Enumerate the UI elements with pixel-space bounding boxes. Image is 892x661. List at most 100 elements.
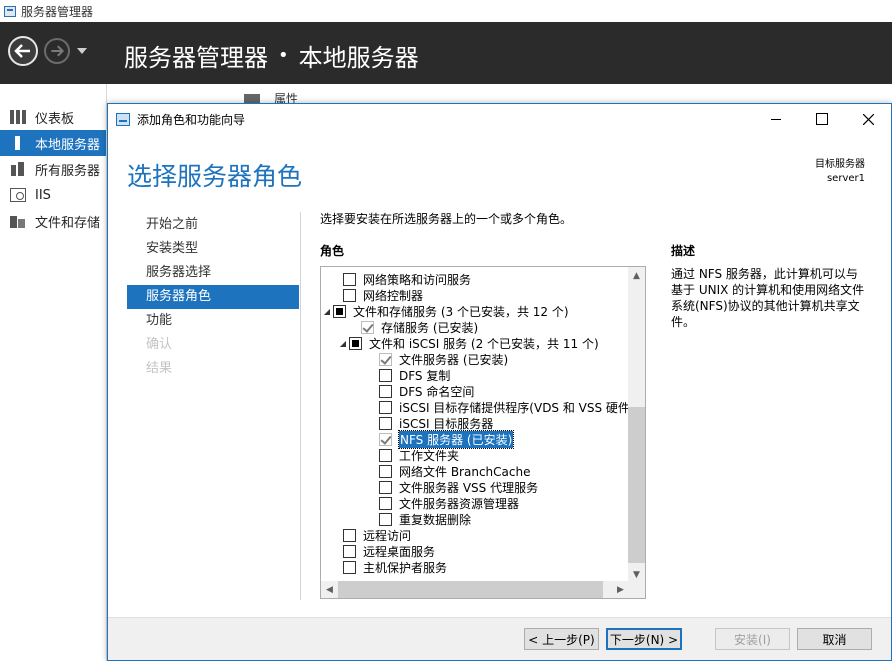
role-checkbox[interactable] [361, 320, 374, 334]
role-label: 存储服务 (已安装) [381, 320, 479, 335]
roles-tree-list[interactable]: 网络策略和访问服务 网络控制器 ◢ 文件和存储服务 (3 个已安装，共 12 个) 存储… [320, 266, 646, 599]
role-item[interactable]: 远程访问 [321, 527, 629, 543]
all-servers-icon [10, 162, 26, 176]
role-checkbox[interactable] [379, 496, 392, 510]
role-checkbox[interactable] [379, 352, 392, 366]
target-server-label: 目标服务器 [815, 159, 865, 170]
server-manager-titlebar: 服务器管理器 [0, 0, 892, 22]
role-checkbox[interactable] [379, 464, 392, 478]
sidebar-item-label: 文件和存储 [35, 215, 101, 231]
vertical-scrollbar[interactable]: ▲ ▼ [628, 267, 645, 583]
role-checkbox[interactable] [333, 304, 346, 318]
role-item[interactable]: 网络控制器 [321, 287, 629, 303]
scroll-up-icon[interactable]: ▲ [628, 267, 645, 284]
role-item[interactable]: 网络策略和访问服务 [321, 271, 629, 287]
role-checkbox[interactable] [349, 336, 362, 350]
history-dropdown-icon[interactable] [77, 48, 87, 54]
role-checkbox[interactable] [379, 432, 392, 446]
role-label: 文件和存储服务 (3 个已安装，共 12 个) [353, 304, 569, 319]
role-item[interactable]: 主机保护者服务 [321, 559, 629, 575]
sidebar-item-file-storage[interactable]: 文件和存储 [0, 208, 106, 234]
sidebar-item-iis[interactable]: IIS [0, 182, 106, 208]
description-label: 描述 [671, 244, 696, 258]
horizontal-scroll-thumb[interactable] [338, 581, 603, 598]
role-checkbox[interactable] [379, 400, 392, 414]
role-item[interactable]: DFS 复制 [321, 367, 629, 383]
role-item[interactable]: 文件服务器资源管理器 [321, 495, 629, 511]
close-button[interactable] [845, 104, 891, 134]
maximize-button[interactable] [799, 104, 845, 134]
add-roles-wizard-dialog: 添加角色和功能向导 选择服务器角色 目标服务器 server1 开始之前 安装类… [107, 103, 892, 661]
role-checkbox[interactable] [343, 288, 356, 302]
role-checkbox[interactable] [379, 512, 392, 526]
expand-collapse-icon[interactable]: ◢ [321, 307, 333, 316]
step-server-roles[interactable]: 服务器角色 [127, 285, 299, 309]
description-text: 通过 NFS 服务器，此计算机可以与基于 UNIX 的计算机和使用网络文件系统(… [671, 267, 865, 329]
window-title: 服务器管理器 [21, 4, 94, 19]
role-item[interactable]: DFS 命名空间 [321, 383, 629, 399]
sidebar-item-label: 所有服务器 [35, 163, 101, 179]
role-label: iSCSI 目标存储提供程序(VDS 和 VSS 硬件 [399, 400, 630, 415]
sidebar-item-all-servers[interactable]: 所有服务器 [0, 156, 106, 182]
horizontal-scrollbar[interactable]: ◀ ▶ [321, 581, 629, 598]
role-item[interactable]: 文件服务器 VSS 代理服务 [321, 479, 629, 495]
breadcrumb: 服务器管理器 • 本地服务器 [124, 38, 419, 73]
breadcrumb-root[interactable]: 服务器管理器 [124, 38, 268, 73]
collapse-icon[interactable] [244, 93, 260, 104]
role-label: 网络文件 BranchCache [399, 464, 531, 479]
next-button[interactable]: 下一步(N) > [606, 628, 682, 650]
role-item[interactable]: ◢ 文件和 iSCSI 服务 (2 个已安装，共 11 个) [321, 335, 629, 351]
back-button[interactable] [8, 36, 38, 66]
role-item[interactable]: iSCSI 目标服务器 [321, 415, 629, 431]
role-checkbox[interactable] [379, 480, 392, 494]
role-item[interactable]: 存储服务 (已安装) [321, 319, 629, 335]
role-item[interactable]: 网络文件 BranchCache [321, 463, 629, 479]
role-item[interactable]: 文件服务器 (已安装) [321, 351, 629, 367]
wizard-app-icon [116, 112, 130, 126]
step-before-you-begin[interactable]: 开始之前 [127, 213, 299, 237]
minimize-button[interactable] [753, 104, 799, 134]
role-item[interactable]: 远程桌面服务 [321, 543, 629, 559]
role-label: NFS 服务器 (已安装) [397, 429, 515, 449]
step-installation-type[interactable]: 安装类型 [127, 237, 299, 261]
role-checkbox[interactable] [343, 528, 356, 542]
role-label: 网络控制器 [363, 288, 424, 303]
role-checkbox[interactable] [379, 448, 392, 462]
roles-label: 角色 [320, 244, 345, 258]
sidebar-item-local-server[interactable]: 本地服务器 [0, 130, 106, 156]
sidebar-item-dashboard[interactable]: 仪表板 [0, 104, 106, 130]
role-label: 文件和 iSCSI 服务 (2 个已安装，共 11 个) [369, 336, 599, 351]
role-checkbox[interactable] [379, 416, 392, 430]
scroll-right-icon[interactable]: ▶ [612, 581, 629, 598]
role-checkbox[interactable] [343, 560, 356, 574]
role-item[interactable]: 工作文件夹 [321, 447, 629, 463]
role-checkbox[interactable] [343, 272, 356, 286]
vertical-scroll-thumb[interactable] [628, 407, 645, 563]
server-manager-sidebar: 仪表板 本地服务器 所有服务器 IIS 文件和存储 [0, 84, 107, 661]
role-checkbox[interactable] [379, 384, 392, 398]
page-title: 选择服务器角色 [127, 162, 303, 191]
instruction-text: 选择要安装在所选服务器上的一个或多个角色。 [320, 212, 573, 226]
cancel-button[interactable]: 取消 [797, 628, 872, 650]
local-server-icon [10, 136, 26, 150]
forward-button[interactable] [44, 38, 70, 64]
role-label: 文件服务器资源管理器 [399, 496, 520, 511]
target-server-info: 目标服务器 server1 [815, 158, 865, 186]
role-checkbox[interactable] [343, 544, 356, 558]
scroll-left-icon[interactable]: ◀ [321, 581, 338, 598]
previous-button[interactable]: < 上一步(P) [524, 628, 599, 650]
role-item[interactable]: iSCSI 目标存储提供程序(VDS 和 VSS 硬件 [321, 399, 630, 415]
role-item[interactable]: NFS 服务器 (已安装) [321, 429, 629, 449]
wizard-footer: < 上一步(P) 下一步(N) > 安装(I) 取消 [108, 617, 891, 660]
step-features[interactable]: 功能 [127, 309, 299, 333]
arrow-right-icon [51, 45, 65, 57]
role-checkbox[interactable] [379, 368, 392, 382]
role-item[interactable]: ◢ 文件和存储服务 (3 个已安装，共 12 个) [321, 303, 629, 319]
role-item[interactable]: 重复数据删除 [321, 511, 629, 527]
dashboard-icon [10, 110, 26, 124]
role-label: DFS 复制 [399, 368, 451, 383]
role-label: 主机保护者服务 [363, 560, 448, 575]
role-label: 远程访问 [363, 528, 412, 543]
expand-collapse-icon[interactable]: ◢ [337, 339, 349, 348]
step-server-selection[interactable]: 服务器选择 [127, 261, 299, 285]
